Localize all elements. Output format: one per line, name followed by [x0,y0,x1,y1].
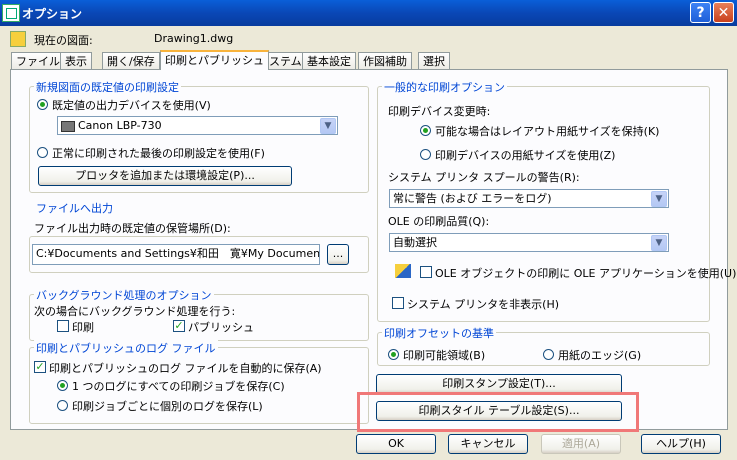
background-print-checkbox[interactable] [57,320,69,332]
help-title-button[interactable]: ? [690,2,711,23]
use-last-settings-label: 正常に印刷された最後の印刷設定を使用(F) [52,147,265,160]
one-log-radio[interactable] [57,380,68,391]
autosave-log-checkbox[interactable]: ✓ [34,361,46,373]
spool-alert-label: システム プリンタ スプールの警告(R): [388,171,580,184]
hide-system-printers-checkbox[interactable] [392,297,404,309]
tab-display[interactable]: 表示 [60,52,92,69]
tab-plot-publish[interactable]: 印刷とパブリッシュ [160,50,269,70]
file-location-label: ファイル出力時の既定値の保管場所(D): [34,222,231,235]
background-publish-label: パブリッシュ [188,321,254,334]
paper-edge-radio[interactable] [543,349,554,360]
one-log-label: 1 つのログにすべての印刷ジョブを保存(C) [72,380,285,393]
spool-alert-select[interactable]: 常に警告 (および エラーをログ) ▼ [389,189,669,208]
plot-offset-title: 印刷オフセットの基準 [382,325,496,341]
autosave-log-label: 印刷とパブリッシュのログ ファイルを自動的に保存(A) [49,362,322,375]
app-icon [2,4,20,22]
separate-log-radio[interactable] [57,400,68,411]
paper-edge-label: 用紙のエッジ(G) [558,349,642,362]
cancel-button[interactable]: キャンセル [448,434,528,454]
printable-area-radio[interactable] [388,349,399,360]
tab-file[interactable]: ファイル [11,52,65,69]
close-button[interactable]: ✕ [713,2,734,23]
use-default-device-label: 既定値の出力デバイスを使用(V) [52,99,211,112]
file-location-input[interactable]: C:¥Documents and Settings¥和田 寛¥My Docume… [32,244,320,265]
ole-app-checkbox[interactable] [420,266,432,278]
highlight-box [357,392,639,432]
tab-open-save[interactable]: 開く/保存 [102,52,160,69]
window-title: オプション [22,7,83,21]
use-default-device-radio[interactable] [37,99,48,110]
apply-button[interactable]: 適用(A) [541,434,621,454]
chevron-down-icon[interactable]: ▼ [320,118,336,134]
ole-icon [395,264,411,278]
hide-system-printers-label: システム プリンタを非表示(H) [407,298,560,311]
plot-to-file-title: ファイルへ出力 [34,200,115,216]
background-publish-checkbox[interactable]: ✓ [173,320,185,332]
ole-app-label: OLE オブジェクトの印刷に OLE アプリケーションを使用(U) [435,267,737,280]
add-configure-plotters-button[interactable]: プロッタを追加または環境設定(P)... [38,166,292,186]
separate-log-label: 印刷ジョブごとに個別のログを保存(L) [72,400,263,413]
background-print-label: 印刷 [72,321,94,334]
device-change-label: 印刷デバイス変更時: [388,105,491,118]
background-desc: 次の場合にバックグラウンド処理を行う: [34,305,236,318]
spool-alert-value: 常に警告 (および エラーをログ) [393,192,552,205]
background-processing-title: バックグラウンド処理のオプション [34,287,214,303]
ole-quality-label: OLE の印刷品質(Q): [388,215,490,228]
use-device-size-label: 印刷デバイスの用紙サイズを使用(Z) [435,149,616,162]
new-drawing-defaults-title: 新規図面の既定値の印刷設定 [34,79,181,95]
ole-quality-value: 自動選択 [393,236,437,249]
current-drawing-label: 現在の図面: [34,34,93,47]
printable-area-label: 印刷可能領域(B) [403,349,486,362]
printer-icon [61,121,75,132]
current-drawing-value: Drawing1.dwg [154,32,234,45]
keep-layout-size-radio[interactable] [420,125,431,136]
ok-button[interactable]: OK [356,434,436,454]
ole-quality-select[interactable]: 自動選択 ▼ [389,233,669,252]
chevron-down-icon[interactable]: ▼ [651,191,667,207]
tab-user-preferences[interactable]: 基本設定 [302,52,356,69]
general-plot-options-title: 一般的な印刷オプション [382,79,507,95]
keep-layout-size-label: 可能な場合はレイアウト用紙サイズを保持(K) [435,125,660,138]
use-last-settings-radio[interactable] [37,147,48,158]
use-device-size-radio[interactable] [420,149,431,160]
output-device-value: Canon LBP-730 [78,119,162,132]
log-file-title: 印刷とパブリッシュのログ ファイル [34,340,218,356]
drawing-icon [10,31,26,47]
chevron-down-icon[interactable]: ▼ [651,235,667,251]
output-device-select[interactable]: Canon LBP-730 ▼ [57,116,338,135]
browse-button[interactable]: ... [327,244,349,265]
plot-stamp-settings-button[interactable]: 印刷スタンプ設定(T)... [376,374,622,394]
tab-drafting[interactable]: 作図補助 [358,52,412,69]
title-bar [0,0,737,26]
help-button[interactable]: ヘルプ(H) [641,434,721,454]
tab-selection[interactable]: 選択 [418,52,450,69]
